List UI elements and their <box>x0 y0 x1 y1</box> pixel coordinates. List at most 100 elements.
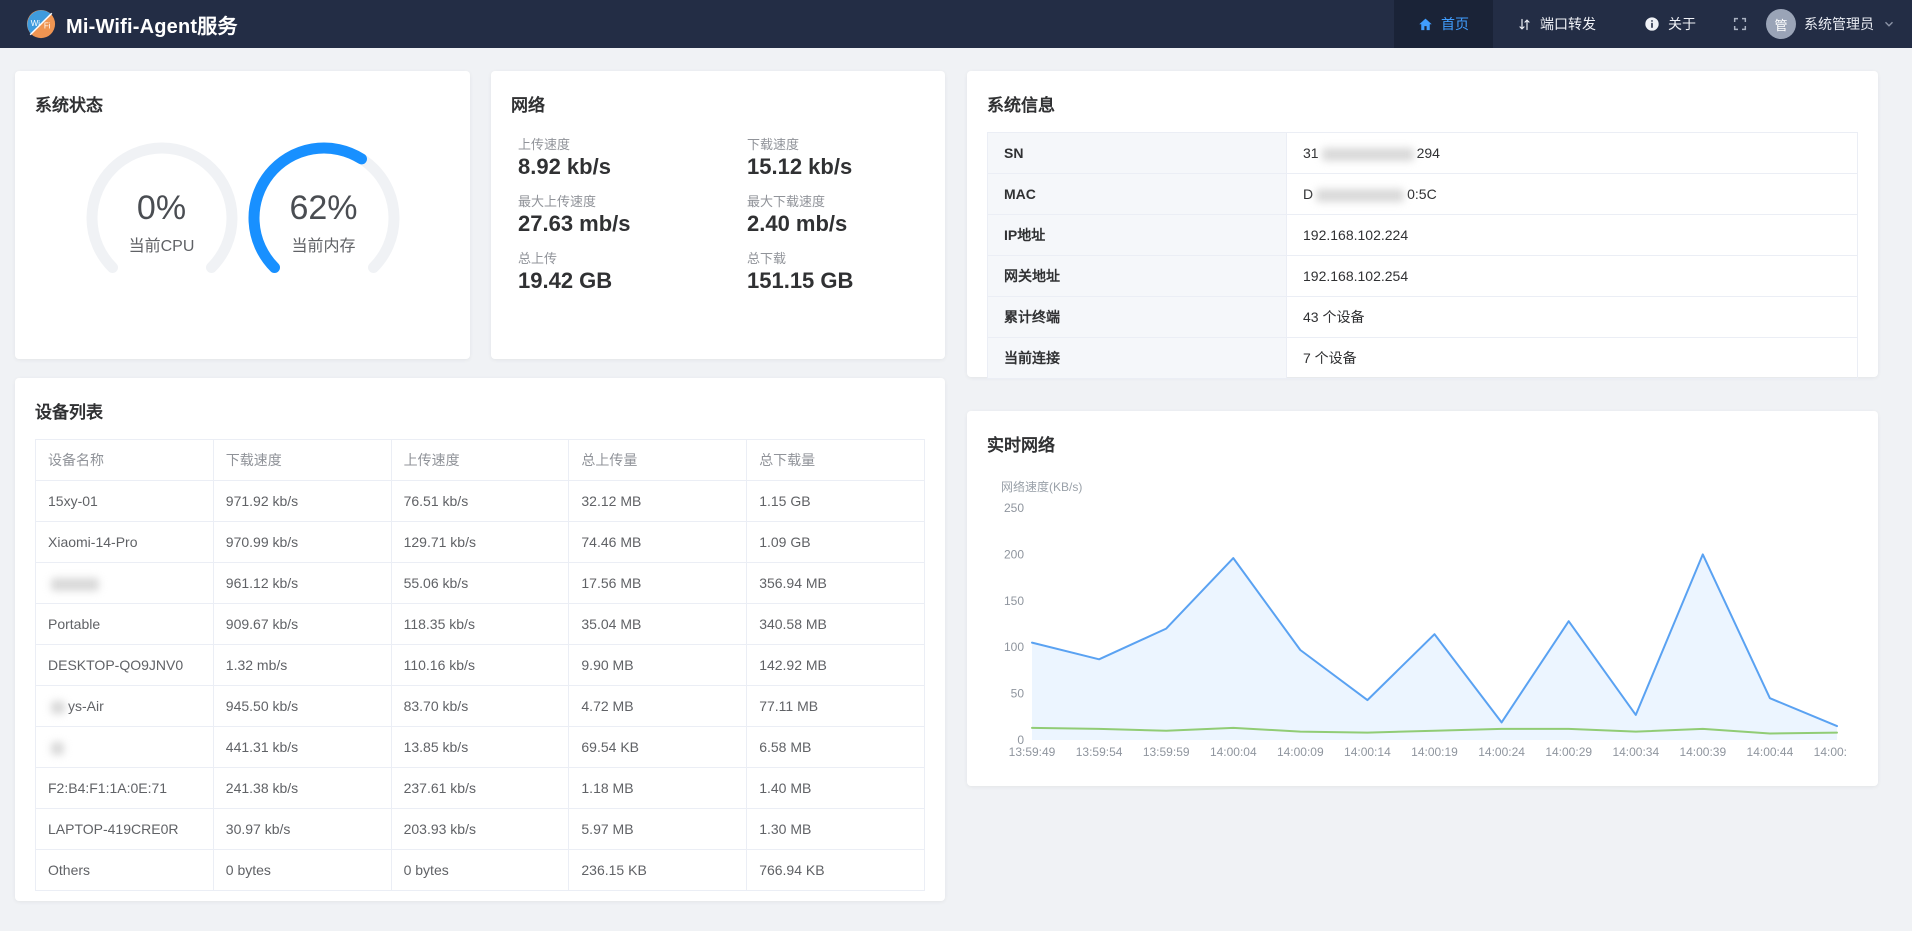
cpu-gauge: 0% 当前CPU <box>82 138 242 304</box>
device-list-title: 设备列表 <box>35 398 925 423</box>
device-cell: 83.70 kb/s <box>391 686 569 727</box>
app-title: Mi-Wifi-Agent服务 <box>66 10 238 39</box>
device-cell: 76.51 kb/s <box>391 481 569 522</box>
device-cell: 6.58 MB <box>747 727 925 768</box>
info-label: SN <box>988 133 1287 174</box>
x-tick: 14:00:34 <box>1612 745 1659 759</box>
device-cell: 1.40 MB <box>747 768 925 809</box>
device-row: ys-Air945.50 kb/s83.70 kb/s4.72 MB77.11 … <box>36 686 925 727</box>
system-info-row: 当前连接7 个设备 <box>988 338 1858 379</box>
fullscreen-icon <box>1732 16 1748 32</box>
nav-item-port-forward[interactable]: 端口转发 <box>1493 0 1620 48</box>
device-row: 961.12 kb/s55.06 kb/s17.56 MB356.94 MB <box>36 563 925 604</box>
column-header: 下载速度 <box>213 440 391 481</box>
device-name-cell: Xiaomi-14-Pro <box>36 522 214 563</box>
fullscreen-button[interactable] <box>1720 0 1760 48</box>
column-header: 设备名称 <box>36 440 214 481</box>
device-cell: 13.85 kb/s <box>391 727 569 768</box>
brand: Wi Fi Mi-Wifi-Agent服务 <box>26 9 238 39</box>
max-download-speed-stat: 最大下载速度 2.40 mb/s <box>747 191 925 237</box>
info-label: 网关地址 <box>988 256 1287 297</box>
info-value: D0:5C <box>1287 174 1858 215</box>
user-name: 系统管理员 <box>1804 14 1874 34</box>
device-cell: 1.09 GB <box>747 522 925 563</box>
device-cell: 237.61 kb/s <box>391 768 569 809</box>
user-menu[interactable]: 管 系统管理员 <box>1760 9 1912 39</box>
device-name-cell: F2:B4:F1:1A:0E:71 <box>36 768 214 809</box>
realtime-network-card: 实时网络 网络速度(KB/s) 05010015020025013:59:491… <box>967 411 1878 786</box>
nav-item-home[interactable]: 首页 <box>1394 0 1493 48</box>
y-tick: 100 <box>1004 640 1024 654</box>
nav-item-label: 首页 <box>1441 14 1469 34</box>
x-tick: 14:00:24 <box>1478 745 1525 759</box>
chevron-down-icon <box>1882 17 1896 31</box>
device-name-cell: LAPTOP-419CRE0R <box>36 809 214 850</box>
y-axis-title: 网络速度(KB/s) <box>1001 478 1858 495</box>
device-cell: 74.46 MB <box>569 522 747 563</box>
device-cell: 340.58 MB <box>747 604 925 645</box>
avatar: 管 <box>1766 9 1796 39</box>
redacted-value <box>51 578 99 591</box>
device-row: Others0 bytes0 bytes236.15 KB766.94 KB <box>36 850 925 891</box>
info-value: 7 个设备 <box>1287 338 1858 379</box>
memory-gauge-label: 当前内存 <box>291 232 355 256</box>
system-info-row: MACD0:5C <box>988 174 1858 215</box>
device-cell: 441.31 kb/s <box>213 727 391 768</box>
nav-item-about[interactable]: 关于 <box>1620 0 1720 48</box>
total-upload-stat: 总上传 19.42 GB <box>518 248 747 294</box>
y-tick: 50 <box>1011 687 1025 701</box>
column-header: 总上传量 <box>569 440 747 481</box>
upload-speed-stat: 上传速度 8.92 kb/s <box>518 134 747 180</box>
device-cell: 971.92 kb/s <box>213 481 391 522</box>
device-cell: 766.94 KB <box>747 850 925 891</box>
network-card: 网络 上传速度 8.92 kb/s 最大上传速度 27.63 mb/s 总上传 <box>491 71 945 359</box>
device-table: 设备名称下载速度上传速度总上传量总下载量 15xy-01971.92 kb/s7… <box>35 439 925 891</box>
system-info-row: 网关地址192.168.102.254 <box>988 256 1858 297</box>
x-tick: 14:00:04 <box>1210 745 1257 759</box>
nav-item-label: 关于 <box>1668 14 1696 34</box>
gauges: 0% 当前CPU 62% 当前内存 <box>35 138 450 304</box>
device-cell: 142.92 MB <box>747 645 925 686</box>
device-cell: 203.93 kb/s <box>391 809 569 850</box>
info-value: 192.168.102.254 <box>1287 256 1858 297</box>
memory-gauge: 62% 当前内存 <box>244 138 404 304</box>
device-row: DESKTOP-QO9JNV01.32 mb/s110.16 kb/s9.90 … <box>36 645 925 686</box>
cpu-gauge-label: 当前CPU <box>129 232 195 256</box>
info-label: MAC <box>988 174 1287 215</box>
redacted-value <box>51 742 64 755</box>
system-info-title: 系统信息 <box>987 91 1858 116</box>
device-row: Xiaomi-14-Pro970.99 kb/s129.71 kb/s74.46… <box>36 522 925 563</box>
device-name-cell: Others <box>36 850 214 891</box>
column-header: 总下载量 <box>747 440 925 481</box>
system-info-row: IP地址192.168.102.224 <box>988 215 1858 256</box>
system-status-card: 系统状态 0% 当前CPU 62% 当前内存 <box>15 71 470 359</box>
nav-menu: 首页 端口转发 关于 <box>1394 0 1912 48</box>
device-cell: 1.15 GB <box>747 481 925 522</box>
device-list-card: 设备列表 设备名称下载速度上传速度总上传量总下载量 15xy-01971.92 … <box>15 378 945 901</box>
network-speed-chart[interactable]: 05010015020025013:59:4913:59:5413:59:591… <box>987 499 1847 761</box>
device-cell: 35.04 MB <box>569 604 747 645</box>
info-label: 当前连接 <box>988 338 1287 379</box>
device-cell: 0 bytes <box>391 850 569 891</box>
device-cell: 77.11 MB <box>747 686 925 727</box>
system-status-title: 系统状态 <box>35 91 450 116</box>
device-cell: 4.72 MB <box>569 686 747 727</box>
main-content: 系统状态 0% 当前CPU 62% 当前内存 <box>0 48 1912 901</box>
nav-item-label: 端口转发 <box>1540 14 1596 34</box>
device-cell: 909.67 kb/s <box>213 604 391 645</box>
cpu-gauge-value: 0% <box>137 189 186 228</box>
redacted-value <box>1316 189 1404 202</box>
device-name-cell: 15xy-01 <box>36 481 214 522</box>
info-value: 43 个设备 <box>1287 297 1858 338</box>
device-row: LAPTOP-419CRE0R30.97 kb/s203.93 kb/s5.97… <box>36 809 925 850</box>
device-name-cell <box>36 563 214 604</box>
device-row: Portable909.67 kb/s118.35 kb/s35.04 MB34… <box>36 604 925 645</box>
download-speed-stat: 下载速度 15.12 kb/s <box>747 134 925 180</box>
device-table-header-row: 设备名称下载速度上传速度总上传量总下载量 <box>36 440 925 481</box>
network-stats: 上传速度 8.92 kb/s 最大上传速度 27.63 mb/s 总上传 19.… <box>511 134 925 305</box>
device-cell: 945.50 kb/s <box>213 686 391 727</box>
device-name-cell: Portable <box>36 604 214 645</box>
x-tick: 14:00:29 <box>1545 745 1592 759</box>
x-tick: 13:59:54 <box>1076 745 1123 759</box>
max-upload-speed-stat: 最大上传速度 27.63 mb/s <box>518 191 747 237</box>
